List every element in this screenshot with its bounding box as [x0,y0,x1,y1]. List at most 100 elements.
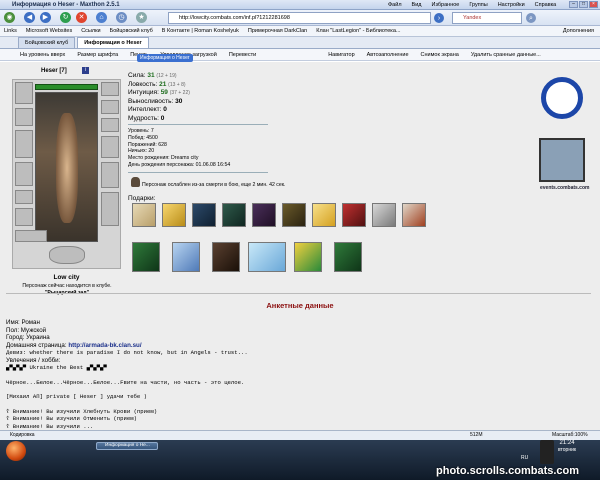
link-darkclan[interactable]: Примерочная DarkClan [248,28,307,34]
link-lastlegion[interactable]: Клан "LastLegion" - Библиотека... [316,28,400,34]
translate-button[interactable]: Перевести [229,52,256,58]
wins-text: Побед: 4500 [128,134,158,141]
link-ssylki[interactable]: Ссылки [81,28,100,34]
boots-slot[interactable] [101,192,119,226]
tab-combats-club[interactable]: Бойцовский клуб [18,37,76,48]
gift-scroll-icon[interactable] [132,203,156,227]
info-badge-icon[interactable]: i [82,67,89,74]
weapon-slot[interactable] [15,130,33,158]
gift-card-green-icon[interactable] [222,203,246,227]
gift-card-9-icon[interactable] [132,242,160,272]
birthplace-text: Место рождения: Dreams city [128,155,199,162]
menu-help[interactable]: Справка [535,2,557,8]
maximize-button[interactable]: □ [579,1,588,8]
combats-emblem-icon[interactable] [541,77,583,119]
forward-icon[interactable]: ▶ [40,12,51,23]
gift-winter-card-icon[interactable] [248,242,286,272]
home-icon[interactable]: ⌂ [96,12,107,23]
zoom-status[interactable]: Масштаб:100% [552,431,588,440]
maxthon-logo-icon[interactable]: ◉ [4,12,15,23]
memory-status: 512M [470,432,483,438]
ring-slot[interactable] [101,118,119,132]
character-silhouette [56,113,78,223]
earring-slot[interactable] [101,82,119,96]
gift-gold-icon[interactable] [162,203,186,227]
gift-hammer-icon[interactable] [402,203,426,227]
minimize-button[interactable]: – [569,1,578,8]
stat-wisdom: Мудрость: 0 [128,114,165,122]
profile-hobby: Увлечения / хобби: [6,356,61,364]
address-input[interactable]: http://lowcity.combats.com/inf.pl?121228… [168,12,431,24]
gift-dark-card-icon[interactable] [212,242,240,272]
search-input[interactable]: Yandex [452,12,522,24]
draws-text: Ничьих: 20 [128,148,155,155]
favorites-icon[interactable]: ★ [136,12,147,23]
language-indicator[interactable]: RU [521,455,528,461]
refresh-icon[interactable]: ↻ [60,12,71,23]
screenshot-button[interactable]: Снимок экрана [421,52,459,58]
link-links[interactable]: Links [4,28,17,34]
gift-figure-icon[interactable] [372,203,396,227]
shield-slot[interactable] [101,136,119,158]
navigator-button[interactable]: Навигатор [328,52,354,58]
belt-slot[interactable] [15,190,33,204]
section-divider [6,293,591,294]
start-button[interactable] [6,441,26,461]
stop-icon[interactable]: ✕ [76,12,87,23]
search-go-icon[interactable]: ⌕ [526,13,536,23]
taskbar-item-browser[interactable]: Информация о Не... [96,442,158,450]
homepage-link[interactable]: http://armada-bk.clan.su/ [68,342,141,349]
gift-card-9b-icon[interactable] [334,242,362,272]
gloves-slot[interactable] [15,208,33,226]
gift-card-purple-icon[interactable] [252,203,276,227]
profile-details: Имя: Роман Пол: Мужской Город: Украина Д… [6,319,526,430]
necklace-slot[interactable] [15,108,33,126]
profile-city: Город: Украина [6,334,50,341]
armor-slot[interactable] [15,162,33,186]
gift-snow-card-icon[interactable] [172,242,200,272]
amulet-slot[interactable] [101,100,119,114]
tab-tooltip: Информация о Heser [137,54,193,62]
profile-line-4: ☦ Внимание! Вы изучили Хлебнуть Крови (п… [6,407,158,415]
menu-bar: Файл Вид Избранное Группы Настройки Спра… [388,2,556,8]
font-size-button[interactable]: Размер шрифта [77,52,118,58]
go-icon[interactable]: › [434,13,444,23]
birthday-text: День рождения персонажа: 01.06.08 16:54 [128,161,231,168]
gift-book-icon[interactable] [342,203,366,227]
bag-slot[interactable] [15,230,47,242]
helmet-slot[interactable] [15,82,33,104]
encoding-status[interactable]: Кодировка [10,431,35,440]
back-icon[interactable]: ◀ [24,12,35,23]
events-link[interactable]: events.combats.com [540,185,589,191]
legs-slot[interactable] [101,162,119,188]
weakness-status: Персонаж ослаблен из-за смерти в бою, ещ… [142,182,286,188]
menu-view[interactable]: Вид [412,2,422,8]
menu-groups[interactable]: Группы [469,2,487,8]
stat-strength: Сила: 31 (12 + 19) [128,72,177,79]
level-up-button[interactable]: На уровень вверх [20,52,65,58]
gift-bell-icon[interactable] [312,203,336,227]
history-icon[interactable]: ◷ [116,12,127,23]
link-microsoft[interactable]: Microsoft Websites [26,28,72,34]
gift-present-icon[interactable] [294,242,322,272]
close-button[interactable]: × [589,1,598,8]
tab-heser-info[interactable]: Информация о Heser [77,37,149,48]
gift-banner-icon[interactable] [282,203,306,227]
clear-data-button[interactable]: Удалить сранные данные... [471,52,541,58]
losses-text: Поражений: 628 [128,141,167,148]
link-vkontakte[interactable]: В Контакте | Roman Koshelyuk [162,28,239,34]
profile-heading: Анкетные данные [266,301,334,310]
events-banner-icon[interactable] [539,138,585,182]
menu-file[interactable]: Файл [388,2,402,8]
autofill-button[interactable]: Автозаполнение [367,52,409,58]
divider [128,172,268,173]
link-addons[interactable]: Дополнения [563,28,600,34]
profile-line-1: ▄▀▄▀▄▀ Ukraine the Best ▄▀▄▀▄▀ [6,364,107,371]
clock: 21:24 вторник [558,440,576,454]
gift-card-blue-icon[interactable] [192,203,216,227]
menu-favorites[interactable]: Избранное [431,2,459,8]
character-figure [35,92,98,242]
character-info: Уровень: 7 Побед: 4500 Поражений: 628 Ни… [128,128,230,169]
link-combats-club[interactable]: Бойцовский клуб [110,28,153,34]
menu-settings[interactable]: Настройки [498,2,525,8]
